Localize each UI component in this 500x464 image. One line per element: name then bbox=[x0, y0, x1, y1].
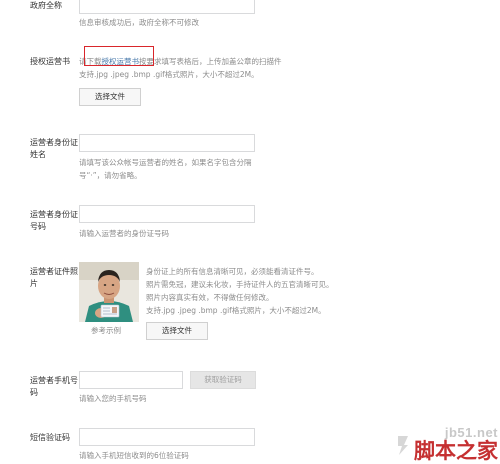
org-full-name-input[interactable] bbox=[79, 0, 255, 14]
operator-id-input[interactable] bbox=[79, 205, 255, 223]
operator-photo-desc-4: 支持.jpg .jpeg .bmp .gif格式照片，大小不超过2M。 bbox=[146, 306, 326, 315]
authorization-label: 授权运营书 bbox=[30, 57, 70, 66]
operator-photo-label: 运营者证件照片 bbox=[30, 267, 78, 288]
operator-name-label: 运营者身份证姓名 bbox=[30, 138, 78, 159]
operator-name-input[interactable] bbox=[79, 134, 255, 152]
operator-name-hint-line1: 请填写该公众帐号运营者的姓名，如果名字包含分隔 bbox=[79, 158, 252, 167]
sms-code-input[interactable] bbox=[79, 428, 255, 446]
operator-photo-desc-3: 照片内容真实有效，不得做任何修改。 bbox=[146, 293, 274, 302]
watermark: jb51.net 脚本之家 bbox=[414, 425, 498, 462]
operator-id-label: 运营者身份证号码 bbox=[30, 210, 78, 231]
operator-name-hint-line2: 号“·”，请勿省略。 bbox=[79, 171, 142, 180]
operator-phone-hint: 请输入您的手机号码 bbox=[79, 394, 147, 403]
watermark-brand: 脚本之家 bbox=[414, 438, 498, 463]
authorization-select-file-button[interactable]: 选择文件 bbox=[79, 88, 141, 106]
get-code-button[interactable]: 获取验证码 bbox=[190, 371, 256, 389]
operator-photo-select-file-button[interactable]: 选择文件 bbox=[146, 322, 208, 340]
org-full-name-label: 政府全称 bbox=[30, 1, 62, 10]
sms-code-hint: 请输入手机短信收到的6位验证码 bbox=[79, 451, 189, 460]
operator-phone-label: 运营者手机号码 bbox=[30, 376, 78, 397]
operator-photo-desc-1: 身份证上的所有信息清晰可见，必须能看清证件号。 bbox=[146, 267, 319, 276]
operator-photo-desc-2: 照片需免冠，建议未化妆，手持证件人的五官清晰可见。 bbox=[146, 280, 334, 289]
sms-code-label: 短信验证码 bbox=[30, 433, 70, 442]
example-photo-caption: 参考示例 bbox=[91, 326, 121, 335]
authorization-format-hint: 支持.jpg .jpeg .bmp .gif格式照片，大小不超过2M。 bbox=[79, 70, 259, 79]
operator-phone-input[interactable] bbox=[79, 371, 183, 389]
watermark-logo-icon bbox=[396, 434, 410, 458]
authorization-link-highlight bbox=[84, 46, 154, 66]
operator-id-hint: 请输入运营者的身份证号码 bbox=[79, 229, 169, 238]
org-full-name-hint: 信息审核成功后，政府全称不可修改 bbox=[79, 18, 199, 27]
authorization-hint-suffix: 按要求填写表格后，上传加盖公章的扫描件 bbox=[139, 57, 282, 66]
example-id-photo bbox=[79, 262, 139, 322]
